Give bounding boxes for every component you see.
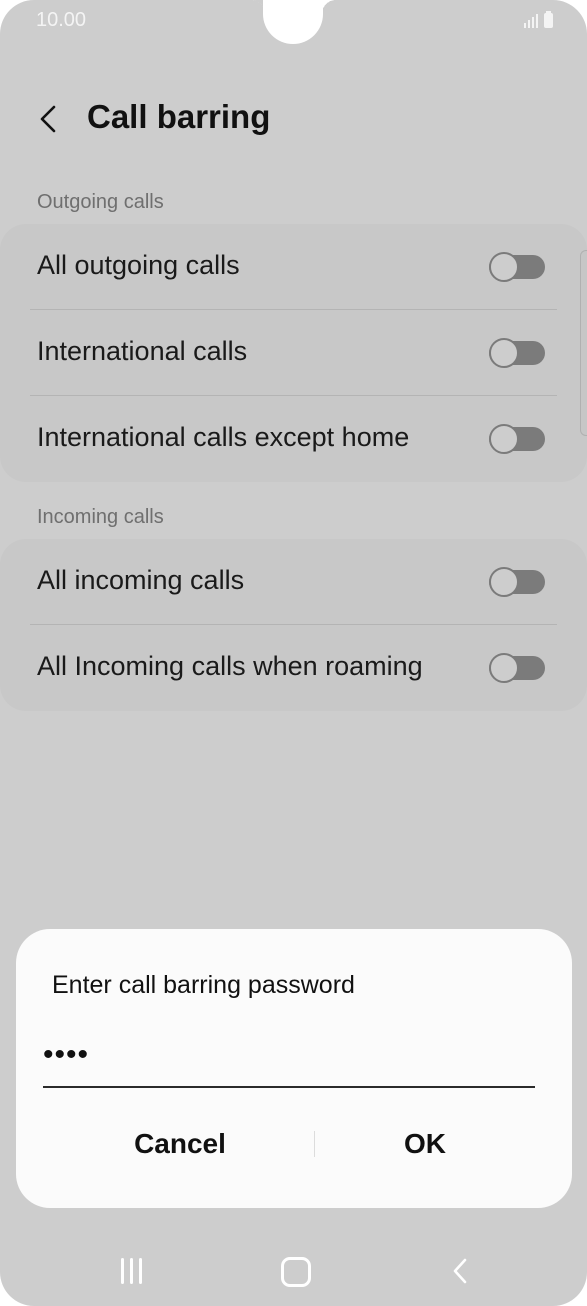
toggle-switch[interactable] [489, 653, 545, 683]
nav-back-icon[interactable] [448, 1256, 472, 1286]
section-label-outgoing: Outgoing calls [37, 191, 164, 213]
section-label-incoming: Incoming calls [37, 506, 164, 528]
notch-corner-right [322, 0, 336, 14]
ok-button[interactable]: OK [286, 1109, 564, 1179]
status-icons [524, 11, 553, 28]
setting-label: All Incoming calls when roaming [37, 651, 423, 681]
home-icon[interactable] [281, 1257, 311, 1287]
setting-label: All incoming calls [37, 565, 245, 595]
setting-label: International calls [37, 336, 248, 366]
back-arrow-icon[interactable] [36, 104, 62, 134]
toggle-switch[interactable] [489, 567, 545, 597]
setting-label: International calls except home [37, 422, 410, 452]
setting-row-international-except-home[interactable]: International calls except home [0, 396, 587, 482]
outgoing-calls-card: All outgoing calls International calls I… [0, 224, 587, 482]
setting-row-all-outgoing[interactable]: All outgoing calls [0, 224, 587, 310]
toggle-switch[interactable] [489, 252, 545, 282]
setting-row-incoming-roaming[interactable]: All Incoming calls when roaming [0, 625, 587, 711]
scroll-indicator[interactable] [580, 250, 587, 436]
page-title: Call barring [87, 98, 271, 135]
phone-screen: 10.00 Call barring Outgoing calls All ou… [0, 0, 587, 1306]
dialog-buttons: Cancel OK [16, 1109, 572, 1179]
dialog-title: Enter call barring password [52, 971, 355, 999]
recents-icon[interactable] [118, 1258, 144, 1284]
cancel-button[interactable]: Cancel [44, 1109, 322, 1179]
navigation-bar [0, 1236, 587, 1306]
setting-row-all-incoming[interactable]: All incoming calls [0, 539, 587, 625]
incoming-calls-card: All incoming calls All Incoming calls wh… [0, 539, 587, 711]
app-header: Call barring [0, 88, 587, 148]
battery-icon [544, 11, 553, 28]
setting-row-international[interactable]: International calls [0, 310, 587, 396]
password-input[interactable] [43, 1024, 535, 1088]
status-time: 10.00 [36, 9, 87, 31]
toggle-switch[interactable] [489, 338, 545, 368]
setting-label: All outgoing calls [37, 250, 240, 280]
password-dialog: Enter call barring password Cancel OK [16, 929, 572, 1208]
toggle-switch[interactable] [489, 424, 545, 454]
camera-notch [263, 0, 323, 44]
signal-icon [524, 12, 538, 28]
